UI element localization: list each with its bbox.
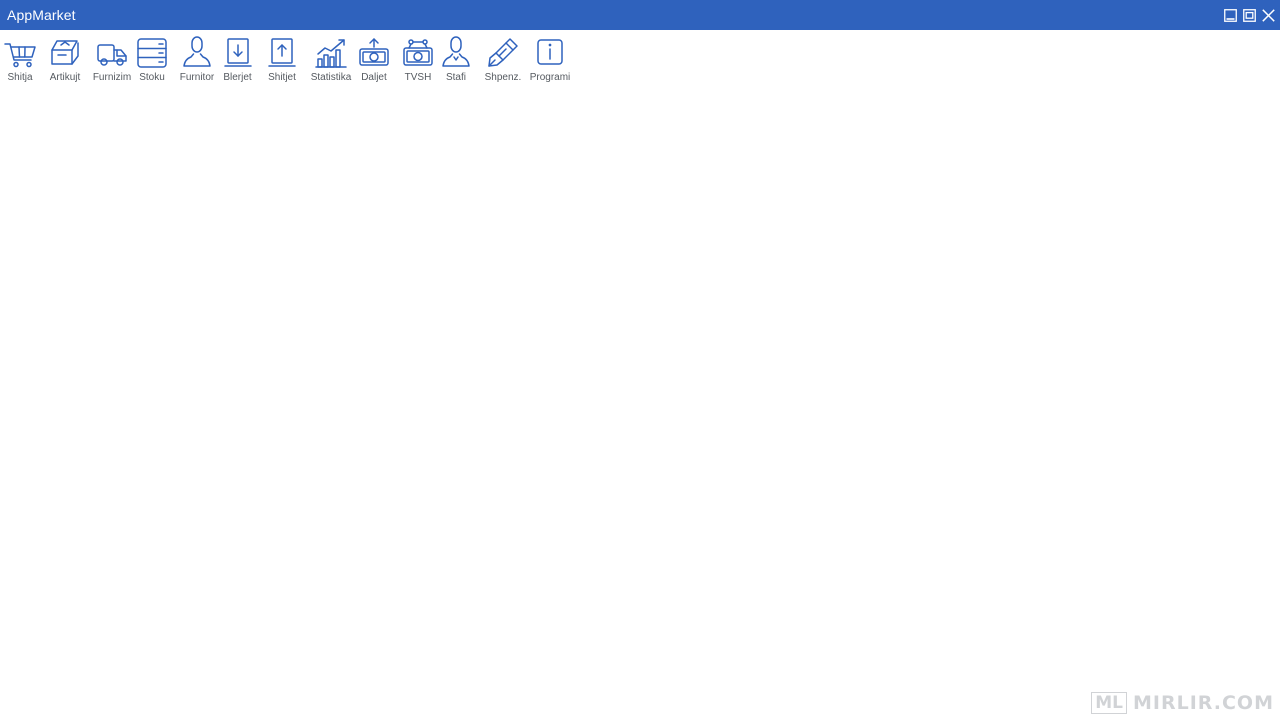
toolbar-item-furnitor[interactable]: Furnitor [177, 36, 217, 90]
main-toolbar: Shitja Artikujt Furnizim Stoku Furnitor … [0, 36, 600, 92]
toolbar-item-label: Shitjet [268, 72, 296, 83]
toolbar-item-label: Shpenz. [484, 72, 522, 83]
toolbar-item-label: Stafi [445, 72, 466, 83]
watermark-text: MIRLIR.COM [1133, 692, 1274, 714]
toolbar-item-statistika[interactable]: Statistika [308, 36, 354, 90]
toolbar-item-programi[interactable]: Programi [527, 36, 573, 90]
money-out-icon [359, 38, 389, 66]
toolbar-item-label: Statistika [310, 72, 352, 83]
cart-icon [4, 43, 36, 68]
toolbar-item-stoku[interactable]: Stoku [136, 36, 168, 90]
info-icon [537, 39, 563, 65]
main-content-area [0, 92, 1280, 720]
toolbar-item-stafi[interactable]: Stafi [440, 36, 472, 90]
toolbar-item-label: Blerjet [223, 72, 252, 83]
money-tax-icon [403, 39, 433, 66]
toolbar-item-label: Shitja [7, 72, 33, 83]
toolbar-item-shitja[interactable]: Shitja [2, 36, 38, 90]
toolbar-item-shpenz[interactable]: Shpenz. [482, 36, 524, 90]
toolbar-item-label: Furnizim [92, 72, 132, 83]
toolbar-item-daljet[interactable]: Daljet [356, 36, 392, 90]
toolbar-item-label: Stoku [139, 72, 165, 83]
window-title: AppMarket [7, 7, 76, 23]
stack-icon [137, 38, 167, 68]
window-controls [1221, 0, 1278, 30]
upload-icon [268, 38, 296, 67]
toolbar-item-artikujt[interactable]: Artikujt [45, 36, 85, 90]
toolbar-item-label: Artikujt [49, 72, 81, 83]
close-icon [1262, 8, 1275, 22]
person-icon [183, 36, 211, 67]
minimize-icon [1224, 8, 1237, 22]
title-bar: AppMarket [0, 0, 1280, 30]
toolbar-item-label: Daljet [361, 72, 387, 83]
toolbar-item-tvsh[interactable]: TVSH [400, 36, 436, 90]
box-icon [51, 40, 79, 65]
watermark-logo: ML [1091, 692, 1127, 714]
download-icon [223, 38, 252, 67]
staff-icon [442, 36, 470, 67]
toolbar-item-label: TVSH [404, 72, 432, 83]
toolbar-item-label: Programi [529, 72, 571, 83]
watermark: ML MIRLIR.COM [1091, 692, 1274, 714]
pen-icon [488, 38, 518, 67]
toolbar-item-blerjet[interactable]: Blerjet [219, 36, 256, 90]
bar-chart-icon [315, 39, 347, 68]
restore-button[interactable] [1240, 0, 1259, 30]
truck-icon [97, 44, 127, 66]
close-button[interactable] [1259, 0, 1278, 30]
toolbar-item-shitjet[interactable]: Shitjet [263, 36, 301, 90]
toolbar-item-furnizim[interactable]: Furnizim [90, 36, 134, 90]
minimize-button[interactable] [1221, 0, 1240, 30]
restore-icon [1243, 8, 1256, 22]
toolbar-item-label: Furnitor [179, 72, 215, 83]
